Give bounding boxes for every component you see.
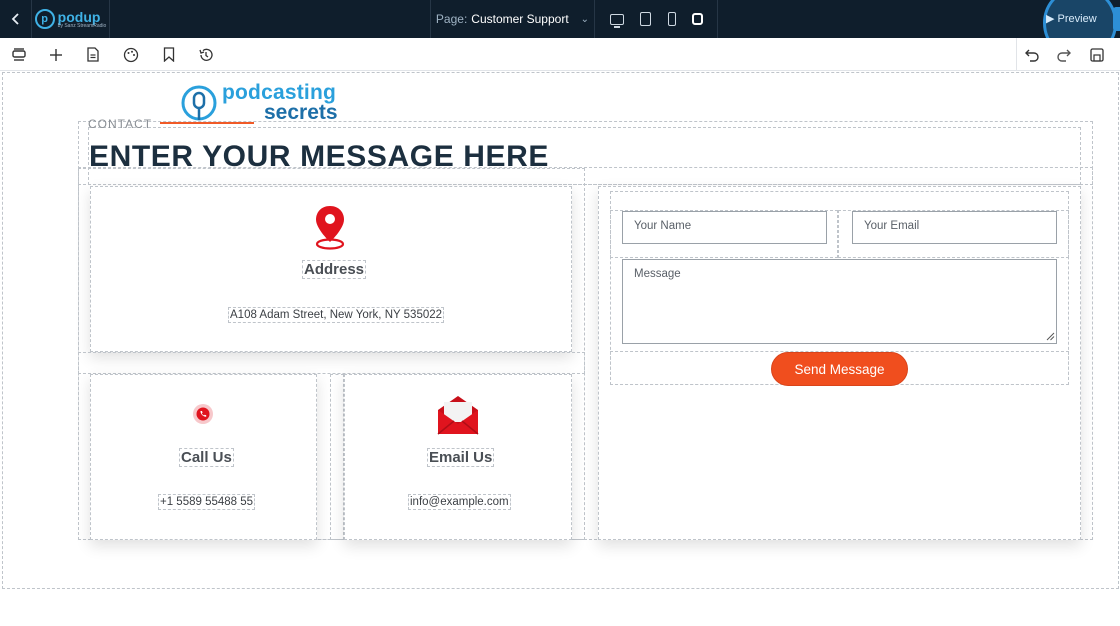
page-name: Customer Support	[471, 12, 569, 26]
address-title[interactable]: Address	[302, 260, 367, 279]
page-selector[interactable]: Page: Customer Support ⌄	[430, 0, 595, 38]
chevron-down-icon: ⌄	[580, 13, 590, 25]
location-pin-icon	[315, 206, 345, 250]
preview-button[interactable]: ▶ Preview	[1046, 12, 1097, 25]
mobile-icon[interactable]	[667, 12, 676, 26]
podcasting-secrets-logo: podcasting secrets	[180, 81, 338, 124]
redo-icon	[1057, 49, 1071, 62]
phone-icon	[193, 404, 213, 424]
brand-line-2: secrets	[264, 100, 338, 124]
address-value[interactable]: A108 Adam Street, New York, NY 535022	[228, 307, 445, 323]
message-textarea[interactable]: Message	[622, 259, 1057, 344]
logo-text: podup	[57, 8, 101, 25]
email-value[interactable]: info@example.com	[408, 494, 511, 510]
preview-button-edge	[1113, 7, 1120, 31]
page-label: Page:	[435, 12, 468, 26]
send-message-button[interactable]: Send Message	[771, 352, 908, 386]
device-switcher	[596, 0, 718, 38]
gutter-outline	[330, 374, 344, 540]
undo-icon	[1025, 49, 1039, 62]
add-element-button[interactable]	[41, 38, 71, 71]
desktop-icon[interactable]	[610, 13, 625, 28]
mic-icon: p	[34, 9, 55, 29]
kicker-underline	[160, 122, 254, 124]
fullscreen-icon[interactable]	[691, 13, 703, 25]
palette-icon	[123, 47, 139, 62]
logo-subtext: by Sanz StreamRadio	[57, 22, 107, 29]
saved-blocks-button[interactable]	[154, 38, 184, 71]
section-kicker[interactable]: CONTACT	[88, 117, 152, 131]
resize-handle-icon[interactable]	[1046, 332, 1055, 341]
undo-button[interactable]	[1017, 38, 1047, 71]
bookmark-icon	[163, 47, 175, 62]
theme-button[interactable]	[116, 38, 146, 71]
page-icon	[87, 47, 99, 62]
preview-label: Preview	[1057, 13, 1097, 25]
back-button[interactable]	[0, 0, 32, 38]
email-title[interactable]: Email Us	[427, 448, 495, 467]
plus-icon	[50, 48, 62, 61]
name-input[interactable]: Your Name	[622, 211, 827, 244]
podcast-mic-icon	[181, 85, 217, 121]
history-button[interactable]	[191, 38, 221, 71]
call-value[interactable]: +1 5589 55488 55	[158, 494, 256, 510]
chevron-left-icon	[11, 13, 19, 25]
tablet-icon[interactable]	[640, 12, 652, 26]
email-input[interactable]: Your Email	[852, 211, 1057, 244]
editor-toolbar	[0, 38, 1120, 71]
save-icon	[1090, 47, 1104, 62]
save-button[interactable]	[1082, 38, 1112, 71]
call-title[interactable]: Call Us	[179, 448, 234, 467]
envelope-icon	[437, 396, 479, 435]
pages-button[interactable]	[78, 38, 108, 71]
history-icon	[199, 48, 213, 61]
top-bar: p podup by Sanz StreamRadio Page: Custom…	[0, 0, 1120, 60]
brand-line-1: podcasting	[222, 81, 337, 104]
redo-button[interactable]	[1049, 38, 1079, 71]
spacer-outline	[78, 352, 585, 374]
layers-button[interactable]	[4, 38, 34, 71]
layers-icon	[12, 47, 26, 61]
app-logo[interactable]: p podup by Sanz StreamRadio	[32, 0, 110, 38]
